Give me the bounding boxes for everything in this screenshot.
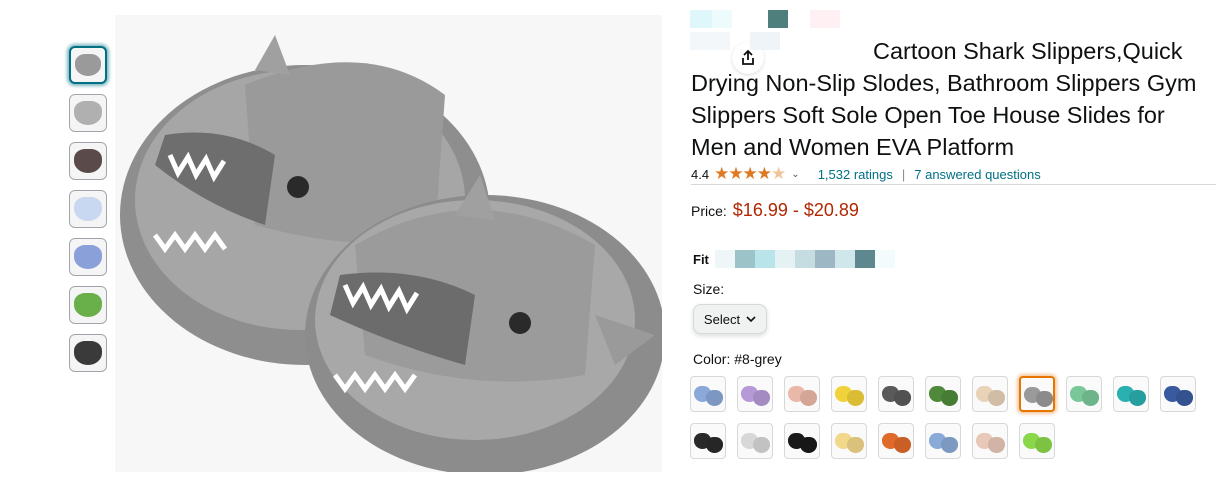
rating-row: 4.4 ★★★★★ ⌄ 1,532 ratings | 7 answered q… bbox=[691, 164, 1216, 185]
thumbnail-image bbox=[74, 149, 102, 173]
color-swatch[interactable] bbox=[737, 423, 773, 459]
color-swatch[interactable] bbox=[690, 376, 726, 412]
color-swatch[interactable] bbox=[878, 423, 914, 459]
swatch-slipper-image bbox=[847, 390, 864, 406]
color-swatch[interactable] bbox=[925, 423, 961, 459]
price-value: $16.99 - $20.89 bbox=[732, 200, 859, 220]
star-rating-icon[interactable]: ★★★★★ bbox=[714, 164, 786, 184]
swatch-slipper-image bbox=[941, 437, 958, 453]
thumbnail-image bbox=[74, 197, 102, 221]
swatch-slipper-image bbox=[1036, 391, 1053, 407]
thumbnail-image bbox=[75, 54, 101, 76]
color-label: Color: #8-grey bbox=[693, 351, 782, 367]
color-swatch[interactable] bbox=[1113, 376, 1149, 412]
thumbnail-1[interactable] bbox=[69, 46, 107, 84]
color-swatch[interactable] bbox=[831, 423, 867, 459]
thumbnail-image bbox=[74, 341, 102, 365]
thumbnail-image bbox=[74, 293, 102, 317]
color-swatch[interactable] bbox=[1019, 376, 1055, 412]
swatch-slipper-image bbox=[894, 390, 911, 406]
swatch-slipper-image bbox=[941, 390, 958, 406]
thumbnail-3[interactable] bbox=[69, 142, 107, 180]
price-label: Price: bbox=[691, 202, 727, 219]
color-swatch[interactable] bbox=[972, 376, 1008, 412]
thumbnail-image bbox=[74, 101, 102, 125]
swatch-slipper-image bbox=[894, 437, 911, 453]
color-swatch[interactable] bbox=[878, 376, 914, 412]
product-title-text: Cartoon Shark Slippers,Quick Drying Non-… bbox=[691, 38, 1197, 160]
color-swatch[interactable] bbox=[1066, 376, 1102, 412]
chevron-down-icon[interactable]: ⌄ bbox=[791, 169, 799, 180]
shark-slippers-illustration bbox=[120, 35, 665, 475]
swatch-slipper-image bbox=[706, 437, 723, 453]
answered-questions-link[interactable]: 7 answered questions bbox=[914, 167, 1040, 182]
swatch-slipper-image bbox=[1082, 390, 1099, 406]
main-product-image[interactable] bbox=[115, 15, 764, 475]
fit-row: Fit bbox=[693, 250, 895, 268]
color-label-text: Color: bbox=[693, 351, 731, 367]
ratings-count-link[interactable]: 1,532 ratings bbox=[818, 167, 893, 182]
swatch-slipper-image bbox=[800, 437, 817, 453]
swatch-slipper-image bbox=[1176, 390, 1193, 406]
selected-color-value: #8-grey bbox=[734, 351, 782, 367]
size-select[interactable]: Select bbox=[693, 304, 767, 334]
color-swatch[interactable] bbox=[925, 376, 961, 412]
fit-label: Fit bbox=[693, 251, 709, 267]
swatch-slipper-image bbox=[847, 437, 864, 453]
color-swatch[interactable] bbox=[1019, 423, 1055, 459]
thumbnail-6[interactable] bbox=[69, 286, 107, 324]
thumbnail-4[interactable] bbox=[69, 190, 107, 228]
color-swatch[interactable] bbox=[737, 376, 773, 412]
swatch-slipper-image bbox=[753, 390, 770, 406]
color-swatch[interactable] bbox=[972, 423, 1008, 459]
color-swatch[interactable] bbox=[784, 423, 820, 459]
fit-redacted bbox=[714, 250, 895, 268]
swatch-slipper-image bbox=[800, 390, 817, 406]
thumbnail-2[interactable] bbox=[69, 94, 107, 132]
rating-value: 4.4 bbox=[691, 166, 710, 182]
color-swatch[interactable] bbox=[1160, 376, 1196, 412]
color-swatch[interactable] bbox=[831, 376, 867, 412]
thumbnail-list bbox=[69, 46, 111, 382]
color-swatch[interactable] bbox=[690, 423, 726, 459]
size-select-value: Select bbox=[703, 311, 741, 327]
swatch-slipper-image bbox=[988, 437, 1005, 453]
swatch-slipper-image bbox=[706, 390, 723, 406]
chevron-down-icon bbox=[746, 316, 756, 323]
color-swatch[interactable] bbox=[784, 376, 820, 412]
price-row: Price: $16.99 - $20.89 bbox=[691, 200, 859, 221]
swatch-slipper-image bbox=[988, 390, 1005, 406]
thumbnail-5[interactable] bbox=[69, 238, 107, 276]
thumbnail-image bbox=[74, 245, 102, 269]
divider: | bbox=[901, 166, 906, 182]
thumbnail-7[interactable] bbox=[69, 334, 107, 372]
size-label: Size: bbox=[693, 281, 725, 297]
product-title: Cartoon Shark Slippers,Quick Drying Non-… bbox=[691, 35, 1216, 163]
swatch-slipper-image bbox=[753, 437, 770, 453]
swatch-slipper-image bbox=[1035, 437, 1052, 453]
swatch-slipper-image bbox=[1129, 390, 1146, 406]
